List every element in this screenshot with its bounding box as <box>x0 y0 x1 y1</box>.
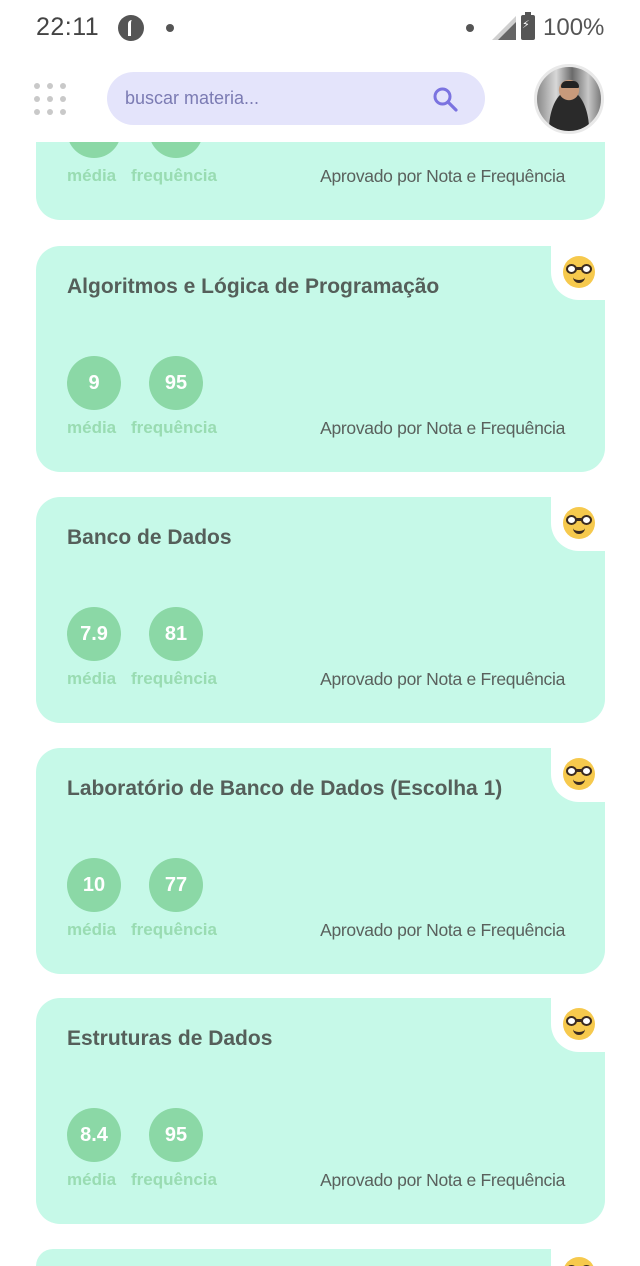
frequencia-label: frequência <box>131 669 217 688</box>
nerd-face-icon <box>563 256 595 288</box>
notification-dot-icon <box>166 24 174 32</box>
nerd-face-badge <box>551 244 607 300</box>
status-text: Aprovado por Nota e Frequência <box>320 418 565 438</box>
signal-icon <box>492 16 516 40</box>
app-header <box>0 56 640 142</box>
status-bar: 22:11 100% <box>0 0 640 56</box>
frequencia-value: 95 <box>149 356 203 410</box>
nerd-face-badge <box>551 495 607 551</box>
subject-card[interactable]: Laboratório de Banco de Dados (Escolha 1… <box>36 746 607 974</box>
frequencia-value: 95 <box>149 1108 203 1162</box>
media-value: 10 <box>67 858 121 912</box>
subject-card[interactable] <box>36 1247 607 1266</box>
battery-charging-icon <box>521 12 535 40</box>
frequencia-value: 77 <box>149 858 203 912</box>
subject-card[interactable]: Estruturas de Dados 8.4 95 média frequên… <box>36 996 607 1224</box>
subject-title: Estruturas de Dados <box>67 1027 273 1050</box>
pinterest-icon <box>118 15 144 41</box>
frequencia-value: 81 <box>149 607 203 661</box>
nerd-face-badge <box>551 746 607 802</box>
media-value: 7.9 <box>67 607 121 661</box>
search-input[interactable] <box>125 72 425 125</box>
nerd-face-badge <box>551 1247 607 1266</box>
subject-card[interactable]: Banco de Dados 7.9 81 média frequência A… <box>36 495 607 723</box>
subject-title: Algoritmos e Lógica de Programação <box>67 275 440 298</box>
nerd-face-icon <box>563 507 595 539</box>
nerd-face-icon <box>563 758 595 790</box>
media-value: 8.4 <box>67 1108 121 1162</box>
media-label: média <box>67 166 117 185</box>
media-label: média <box>67 418 117 437</box>
subject-title: Laboratório de Banco de Dados (Escolha 1… <box>67 777 503 800</box>
search-bar[interactable] <box>107 72 485 125</box>
frequencia-label: frequência <box>131 166 217 185</box>
subject-card[interactable]: Algoritmos e Lógica de Programação 9 95 … <box>36 244 607 472</box>
media-label: média <box>67 1170 117 1189</box>
search-icon[interactable] <box>432 86 458 112</box>
frequencia-label: frequência <box>131 920 217 939</box>
status-time: 22:11 <box>36 13 100 41</box>
status-text: Aprovado por Nota e Frequência <box>320 669 565 689</box>
media-value: 9 <box>67 356 121 410</box>
nerd-face-badge <box>551 996 607 1052</box>
status-text: Aprovado por Nota e Frequência <box>320 166 565 186</box>
status-text: Aprovado por Nota e Frequência <box>320 1170 565 1190</box>
subject-title: Banco de Dados <box>67 526 232 549</box>
frequencia-label: frequência <box>131 1170 217 1189</box>
avatar[interactable] <box>534 64 604 134</box>
grid-dots-icon[interactable] <box>34 83 66 115</box>
battery-percent: 100% <box>543 14 605 41</box>
nerd-face-icon <box>563 1257 595 1266</box>
media-label: média <box>67 920 117 939</box>
status-text: Aprovado por Nota e Frequência <box>320 920 565 940</box>
media-label: média <box>67 669 117 688</box>
frequencia-label: frequência <box>131 418 217 437</box>
nerd-face-icon <box>563 1008 595 1040</box>
notification-dot-icon <box>466 24 474 32</box>
